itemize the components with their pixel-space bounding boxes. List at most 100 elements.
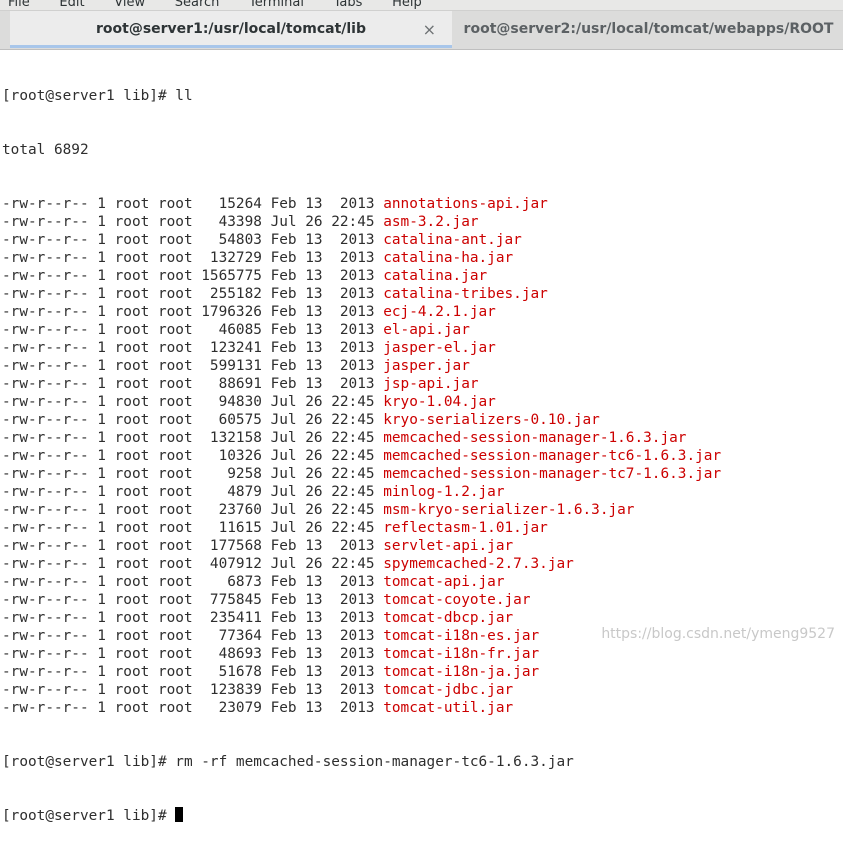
file-name: tomcat-api.jar (383, 574, 505, 590)
file-name: jsp-api.jar (383, 376, 479, 392)
file-name: servlet-api.jar (383, 538, 514, 554)
file-meta: -rw-r--r-- 1 root root 48693 Feb 13 2013 (2, 646, 384, 662)
file-name: catalina-ant.jar (383, 232, 522, 248)
file-meta: -rw-r--r-- 1 root root 235411 Feb 13 201… (2, 610, 384, 626)
list-item: -rw-r--r-- 1 root root 255182 Feb 13 201… (2, 285, 843, 303)
list-item: -rw-r--r-- 1 root root 15264 Feb 13 2013… (2, 195, 843, 213)
file-meta: -rw-r--r-- 1 root root 9258 Jul 26 22:45 (2, 466, 384, 482)
list-item: -rw-r--r-- 1 root root 51678 Feb 13 2013… (2, 663, 843, 681)
list-item: -rw-r--r-- 1 root root 235411 Feb 13 201… (2, 609, 843, 627)
file-name: memcached-session-manager-tc6-1.6.3.jar (383, 448, 722, 464)
file-name: kryo-serializers-0.10.jar (383, 412, 600, 428)
file-meta: -rw-r--r-- 1 root root 599131 Feb 13 201… (2, 358, 384, 374)
file-meta: -rw-r--r-- 1 root root 255182 Feb 13 201… (2, 286, 384, 302)
menu-edit[interactable]: Edit (59, 0, 84, 10)
list-item: -rw-r--r-- 1 root root 132158 Jul 26 22:… (2, 429, 843, 447)
list-item: -rw-r--r-- 1 root root 6873 Feb 13 2013 … (2, 573, 843, 591)
command-ll: ll (175, 88, 193, 104)
file-name: kryo-1.04.jar (383, 394, 496, 410)
list-item: -rw-r--r-- 1 root root 1565775 Feb 13 20… (2, 267, 843, 285)
list-item: -rw-r--r-- 1 root root 46085 Feb 13 2013… (2, 321, 843, 339)
file-meta: -rw-r--r-- 1 root root 407912 Jul 26 22:… (2, 556, 384, 572)
prompt: [root@server1 lib]# (2, 88, 176, 104)
list-item: -rw-r--r-- 1 root root 4879 Jul 26 22:45… (2, 483, 843, 501)
list-item: -rw-r--r-- 1 root root 94830 Jul 26 22:4… (2, 393, 843, 411)
total-line: total 6892 (2, 142, 89, 158)
file-meta: -rw-r--r-- 1 root root 23079 Feb 13 2013 (2, 700, 384, 716)
file-name: tomcat-coyote.jar (383, 592, 531, 608)
file-meta: -rw-r--r-- 1 root root 10326 Jul 26 22:4… (2, 448, 384, 464)
file-name: msm-kryo-serializer-1.6.3.jar (383, 502, 635, 518)
menu-view[interactable]: View (114, 0, 145, 10)
menu-file[interactable]: File (8, 0, 30, 10)
close-icon[interactable]: × (423, 11, 436, 48)
list-item: -rw-r--r-- 1 root root 599131 Feb 13 201… (2, 357, 843, 375)
tab-bar: root@server1:/usr/local/tomcat/lib × roo… (0, 11, 843, 50)
list-item: -rw-r--r-- 1 root root 9258 Jul 26 22:45… (2, 465, 843, 483)
file-name: tomcat-util.jar (383, 700, 514, 716)
file-meta: -rw-r--r-- 1 root root 15264 Feb 13 2013 (2, 196, 384, 212)
file-meta: -rw-r--r-- 1 root root 60575 Jul 26 22:4… (2, 412, 384, 428)
prompt: [root@server1 lib]# (2, 754, 176, 770)
list-item: -rw-r--r-- 1 root root 88691 Feb 13 2013… (2, 375, 843, 393)
file-name: ecj-4.2.1.jar (383, 304, 496, 320)
terminal-output[interactable]: [root@server1 lib]# ll total 6892 -rw-r-… (2, 51, 843, 824)
terminal-cursor (175, 807, 184, 822)
prompt-line: [root@server1 lib]# ll (2, 87, 843, 105)
prompt-line: [root@server1 lib]# (2, 807, 843, 825)
file-name: memcached-session-manager-tc7-1.6.3.jar (383, 466, 722, 482)
file-name: catalina-tribes.jar (383, 286, 548, 302)
file-meta: -rw-r--r-- 1 root root 46085 Feb 13 2013 (2, 322, 384, 338)
file-name: asm-3.2.jar (383, 214, 479, 230)
file-meta: -rw-r--r-- 1 root root 6873 Feb 13 2013 (2, 574, 384, 590)
menu-tabs[interactable]: Tabs (334, 0, 363, 10)
list-item: -rw-r--r-- 1 root root 10326 Jul 26 22:4… (2, 447, 843, 465)
list-item: -rw-r--r-- 1 root root 11615 Jul 26 22:4… (2, 519, 843, 537)
tab-server1-title: root@server1:/usr/local/tomcat/lib (95, 21, 366, 37)
file-name: catalina.jar (383, 268, 488, 284)
file-meta: -rw-r--r-- 1 root root 123839 Feb 13 201… (2, 682, 384, 698)
file-name: memcached-session-manager-1.6.3.jar (383, 430, 687, 446)
file-name: annotations-api.jar (383, 196, 548, 212)
file-name: tomcat-dbcp.jar (383, 610, 514, 626)
file-name: jasper.jar (383, 358, 470, 374)
file-meta: -rw-r--r-- 1 root root 94830 Jul 26 22:4… (2, 394, 384, 410)
list-item: -rw-r--r-- 1 root root 60575 Jul 26 22:4… (2, 411, 843, 429)
file-meta: -rw-r--r-- 1 root root 54803 Feb 13 2013 (2, 232, 384, 248)
list-item: -rw-r--r-- 1 root root 132729 Feb 13 201… (2, 249, 843, 267)
file-meta: -rw-r--r-- 1 root root 88691 Feb 13 2013 (2, 376, 384, 392)
file-meta: -rw-r--r-- 1 root root 132158 Jul 26 22:… (2, 430, 384, 446)
prompt: [root@server1 lib]# (2, 808, 176, 824)
file-name: tomcat-i18n-es.jar (383, 628, 540, 644)
file-name: tomcat-jdbc.jar (383, 682, 514, 698)
file-meta: -rw-r--r-- 1 root root 11615 Jul 26 22:4… (2, 520, 384, 536)
tab-server2-title: root@server2:/usr/local/tomcat/webapps/R… (463, 21, 834, 37)
list-item: -rw-r--r-- 1 root root 43398 Jul 26 22:4… (2, 213, 843, 231)
file-meta: -rw-r--r-- 1 root root 1565775 Feb 13 20… (2, 268, 384, 284)
tab-server2[interactable]: root@server2:/usr/local/tomcat/webapps/R… (454, 11, 843, 48)
list-item: -rw-r--r-- 1 root root 123839 Feb 13 201… (2, 681, 843, 699)
file-name: minlog-1.2.jar (383, 484, 505, 500)
file-meta: -rw-r--r-- 1 root root 123241 Feb 13 201… (2, 340, 384, 356)
list-item: -rw-r--r-- 1 root root 23760 Jul 26 22:4… (2, 501, 843, 519)
menu-search[interactable]: Search (175, 0, 220, 10)
file-meta: -rw-r--r-- 1 root root 77364 Feb 13 2013 (2, 628, 384, 644)
file-name: reflectasm-1.01.jar (383, 520, 548, 536)
menu-terminal[interactable]: Terminal (249, 0, 304, 10)
file-meta: -rw-r--r-- 1 root root 51678 Feb 13 2013 (2, 664, 384, 680)
list-item: -rw-r--r-- 1 root root 54803 Feb 13 2013… (2, 231, 843, 249)
file-meta: -rw-r--r-- 1 root root 132729 Feb 13 201… (2, 250, 384, 266)
file-meta: -rw-r--r-- 1 root root 4879 Jul 26 22:45 (2, 484, 384, 500)
menu-bar: File Edit View Search Terminal Tabs Help (0, 0, 843, 11)
watermark: https://blog.csdn.net/ymeng9527 (601, 626, 835, 642)
file-name: el-api.jar (383, 322, 470, 338)
list-item: -rw-r--r-- 1 root root 48693 Feb 13 2013… (2, 645, 843, 663)
menu-help[interactable]: Help (392, 0, 422, 10)
file-meta: -rw-r--r-- 1 root root 177568 Feb 13 201… (2, 538, 384, 554)
file-name: tomcat-i18n-ja.jar (383, 664, 540, 680)
list-item: -rw-r--r-- 1 root root 407912 Jul 26 22:… (2, 555, 843, 573)
prompt-line: [root@server1 lib]# rm -rf memcached-ses… (2, 753, 843, 771)
file-name: tomcat-i18n-fr.jar (383, 646, 540, 662)
file-meta: -rw-r--r-- 1 root root 23760 Jul 26 22:4… (2, 502, 384, 518)
tab-server1[interactable]: root@server1:/usr/local/tomcat/lib × (10, 11, 452, 48)
